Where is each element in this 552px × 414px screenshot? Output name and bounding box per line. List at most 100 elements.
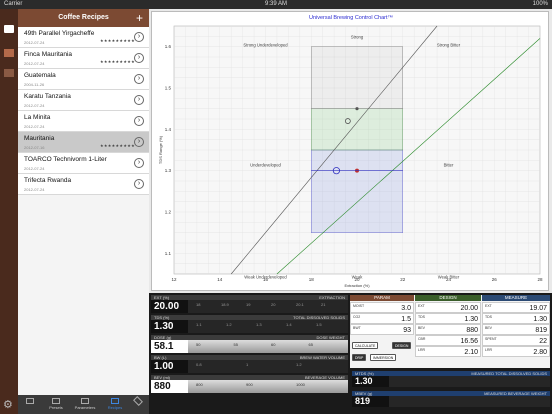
recipe-title: Finca Mauritania xyxy=(24,51,73,58)
zone-label: Weak Bitter xyxy=(438,275,460,280)
recipe-row[interactable]: Guatemala 2004-11-26 › xyxy=(18,69,149,90)
gauge-tick: 1 xyxy=(246,362,249,367)
drip-toggle[interactable]: DRIP xyxy=(352,354,367,361)
recipe-title: Trifecta Rwanda xyxy=(24,177,72,184)
chevron-right-icon[interactable]: › xyxy=(134,74,144,84)
grid-tab[interactable] xyxy=(22,395,38,414)
chevron-right-icon[interactable]: › xyxy=(134,179,144,189)
recipe-row[interactable]: Trifecta Rwanda 2012-07-24 › xyxy=(18,174,149,195)
tab-bar: Presets Parameters Recipes xyxy=(18,395,149,414)
battery: 100% xyxy=(532,1,548,7)
chevron-right-icon[interactable]: › xyxy=(134,158,144,168)
recipe-rating: ★★★★★★★★★ xyxy=(100,143,135,148)
chevron-right-icon[interactable]: › xyxy=(134,95,144,105)
gauge-tick: 1.2 xyxy=(296,362,302,367)
gauge-tick: 1.2 xyxy=(226,322,232,327)
chevron-right-icon[interactable]: › xyxy=(134,116,144,126)
tds-value: 1.30 xyxy=(151,320,188,333)
chevron-right-icon[interactable]: › xyxy=(134,32,144,42)
y-axis-label: TDS Range (%) xyxy=(158,135,163,164)
x-axis-label: Extraction (%) xyxy=(344,283,370,288)
tools-tab[interactable] xyxy=(130,395,146,414)
recipe-table: PARAM DESIGN MEASURE MOIST 3.0 CO2 1.5 BWT 93… xyxy=(350,295,550,368)
ideal-zone xyxy=(311,149,403,233)
measure-cell[interactable]: LRR 2.80 xyxy=(482,346,550,357)
gauge-tick: 1.3 xyxy=(256,322,262,327)
ext-gauge[interactable]: EXT (%) EXTRACTION 20.00 18 18.9 19 20 20.1 21 xyxy=(151,295,348,313)
recipe-row[interactable]: La Minita 2012-07-24 › xyxy=(18,111,149,132)
upper-zone xyxy=(311,46,403,109)
doc-icon[interactable] xyxy=(4,25,14,33)
gauge-tick: 900 xyxy=(246,382,253,387)
param-cell[interactable]: MOIST 3.0 xyxy=(350,302,414,313)
measure-cell[interactable]: TDS 1.30 xyxy=(482,313,550,324)
chevron-right-icon[interactable]: › xyxy=(134,137,144,147)
recipe-date: 2012-07-24 xyxy=(24,187,45,192)
flask-icon[interactable] xyxy=(4,49,14,57)
recipe-row[interactable]: Mauritania 2012-07-16 ★★★★★★★★★ › xyxy=(18,132,149,153)
design-cell[interactable]: CBR 16.56 xyxy=(415,335,481,346)
gauge-tick: 65 xyxy=(308,342,313,347)
gauge-tick: 18 xyxy=(196,302,201,307)
zone-label: Strong xyxy=(351,34,364,39)
brewing-control-chart[interactable]: Universal Brewing Control Chart™ 12 14 16 1… xyxy=(151,11,549,291)
param-cell[interactable]: CO2 1.5 xyxy=(350,313,414,324)
chevron-right-icon[interactable]: › xyxy=(134,53,144,63)
design-zone xyxy=(311,108,403,151)
layers-icon[interactable] xyxy=(4,69,14,77)
gauge-tick: 55 xyxy=(233,342,238,347)
design-cell[interactable]: TDS 1.30 xyxy=(415,313,481,324)
recipe-title: La Minita xyxy=(24,114,51,121)
x-tick-label: 14 xyxy=(217,277,223,282)
bw-gauge[interactable]: BW (L) BREW WATER VOLUME 1.00 0.8 1 1.2 xyxy=(151,355,348,373)
calculate-button[interactable]: CALCULATE xyxy=(352,342,379,349)
recipe-row[interactable]: Karatu Tanzania 2012-07-24 › xyxy=(18,90,149,111)
tab-presets[interactable]: Presets xyxy=(44,395,68,414)
chart-panel: Universal Brewing Control Chart™ 12 14 16 1… xyxy=(149,9,552,293)
sidebar-title: Coffee Recipes xyxy=(58,14,109,21)
measure-cell[interactable]: SPENT 22 xyxy=(482,335,550,346)
gauge-tick: 1.1 xyxy=(196,322,202,327)
mbev-value: 819 xyxy=(352,396,389,407)
bev-gauge[interactable]: BEV (ml) BEVERAGE VOLUME 880 800 900 1000 xyxy=(151,375,348,393)
measure-cell[interactable]: BEV 819 xyxy=(482,324,550,335)
mtds-gauge[interactable]: MTDS (%) MEASURED TOTAL DISSOLVED SOLIDS … xyxy=(352,371,550,387)
recipe-date: 2012-07-24 xyxy=(24,61,45,66)
recipe-title: Karatu Tanzania xyxy=(24,93,71,100)
control-panel: EXT (%) EXTRACTION 20.00 18 18.9 19 20 20.1 21… xyxy=(149,293,552,414)
col-measure: MEASURE xyxy=(482,295,550,301)
immersion-toggle[interactable]: IMMERSION xyxy=(370,354,397,361)
recipe-title: 49th Parallel Yirgacheffe xyxy=(24,30,95,37)
design-cell[interactable]: BEV 880 xyxy=(415,324,481,335)
recipe-date: 2004-11-26 xyxy=(24,82,45,87)
mbev-gauge[interactable]: MBEV (g) MEASURED BEVERAGE WEIGHT 819 xyxy=(352,391,550,407)
dose-gauge[interactable]: DOSE (g) DOSE WEIGHT 58.1 50 55 60 65 xyxy=(151,335,348,353)
recipe-date: 2012-07-24 xyxy=(24,103,45,108)
gauge-tick: 21 xyxy=(321,302,326,307)
design-cell[interactable]: EXT 20.00 xyxy=(415,302,481,313)
y-tick-label: 1.4 xyxy=(165,127,172,132)
gauge-tick: 1.5 xyxy=(316,322,322,327)
measure-cell[interactable]: EXT 19.07 xyxy=(482,302,550,313)
gauge-tick: 20.1 xyxy=(296,302,304,307)
add-recipe-button[interactable]: + xyxy=(136,9,143,27)
recipe-date: 2012-07-24 xyxy=(24,40,45,45)
left-rail xyxy=(0,9,18,414)
status-bar: Carrier 9:39 AM 100% xyxy=(0,0,552,9)
gear-icon[interactable]: ⚙ xyxy=(3,398,13,411)
recipe-row[interactable]: Finca Mauritania 2012-07-24 ★★★★★★★★★ › xyxy=(18,48,149,69)
recipe-date: 2012-07-16 xyxy=(24,145,45,150)
tds-gauge[interactable]: TDS (%) TOTAL DISSOLVED SOLIDS 1.30 1.1 1.… xyxy=(151,315,348,333)
recipe-row[interactable]: TOARCO Technivorm 1-Liter 2012-07-24 › xyxy=(18,153,149,174)
data-point xyxy=(355,107,359,111)
x-tick-label: 26 xyxy=(492,277,498,282)
recipe-rating: ★★★★★★★★★ xyxy=(100,38,135,43)
recipe-row[interactable]: 49th Parallel Yirgacheffe 2012-07-24 ★★★… xyxy=(18,27,149,48)
design-toggle[interactable]: DESIGN xyxy=(392,342,412,349)
tab-recipes[interactable]: Recipes xyxy=(102,395,128,414)
tab-parameters[interactable]: Parameters xyxy=(70,395,100,414)
bev-value: 880 xyxy=(151,380,188,393)
param-cell[interactable]: BWT 93 xyxy=(350,324,414,335)
zone-label: Strong Bitter xyxy=(437,43,461,48)
design-cell[interactable]: LRR 2.10 xyxy=(415,346,481,357)
